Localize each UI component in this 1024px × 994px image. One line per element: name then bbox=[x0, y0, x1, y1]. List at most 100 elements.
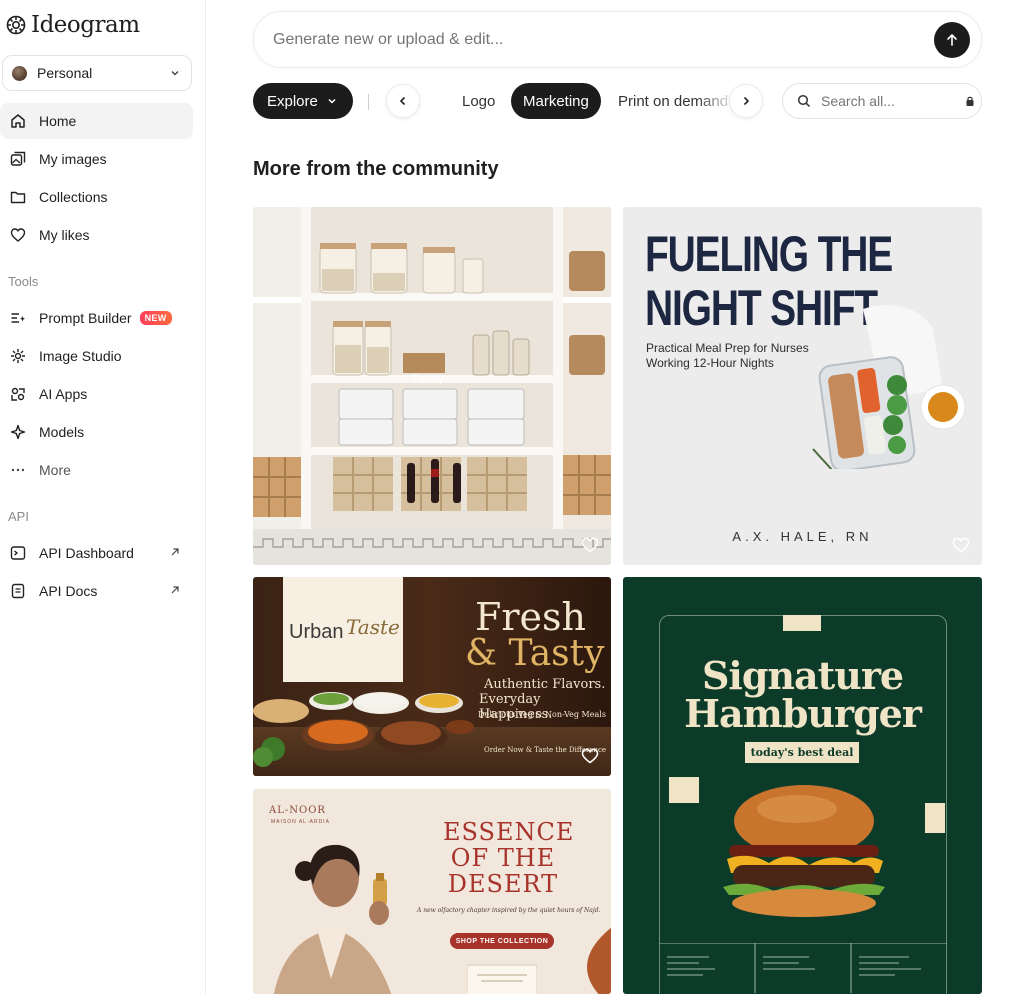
sparkle-icon bbox=[9, 423, 27, 441]
chevron-down-icon bbox=[328, 98, 336, 104]
api-section-title: API bbox=[8, 509, 29, 524]
main-nav: Home My images Collections My likes bbox=[0, 103, 193, 253]
images-icon bbox=[9, 150, 27, 168]
nav-label: Image Studio bbox=[39, 348, 122, 364]
like-heart-icon[interactable] bbox=[581, 748, 599, 764]
image-studio-icon bbox=[9, 347, 27, 365]
search-icon bbox=[797, 94, 811, 108]
terminal-icon bbox=[9, 544, 27, 562]
essence-title: ESSENCE OF THE DESERT bbox=[443, 818, 575, 898]
subtitle-line: Working 12-Hour Nights bbox=[646, 356, 774, 370]
nav-my-images[interactable]: My images bbox=[0, 141, 193, 177]
category-chips: rt Logo Marketing Print on demand bbox=[385, 83, 765, 119]
burger-title-line2: Hamburger bbox=[684, 691, 922, 736]
nav-label: My images bbox=[39, 151, 107, 167]
divider bbox=[368, 94, 369, 110]
essence-brand: AL-NOOR bbox=[269, 805, 326, 816]
external-link-icon bbox=[171, 586, 179, 594]
like-heart-icon[interactable] bbox=[581, 537, 599, 553]
tasty-title: & Tasty bbox=[465, 633, 605, 674]
shop-collection-button[interactable]: SHOP THE COLLECTION bbox=[450, 933, 554, 949]
nav-label: Home bbox=[39, 113, 77, 129]
title-line: FUELING THE bbox=[645, 226, 893, 282]
nav-label: My likes bbox=[39, 227, 90, 243]
community-card-essence-of-the-desert[interactable]: AL-NOOR MAISON AL-ARDIA ESSENCE OF THE D… bbox=[253, 789, 611, 994]
community-card-urban-taste[interactable]: Urban Taste Fresh & Tasty Authentic Flav… bbox=[253, 577, 611, 776]
chevron-right-icon bbox=[743, 96, 750, 106]
community-heading: More from the community bbox=[253, 158, 499, 180]
heart-icon bbox=[9, 226, 27, 244]
essence-line: OF THE bbox=[450, 844, 556, 872]
docs-icon bbox=[9, 582, 27, 600]
nav-label: API Docs bbox=[39, 583, 98, 599]
tool-prompt-builder[interactable]: Prompt Builder NEW bbox=[0, 300, 193, 336]
tools-nav: Prompt Builder NEW Image Studio AI Apps … bbox=[0, 300, 193, 488]
hamburger-image bbox=[723, 785, 885, 917]
nav-my-likes[interactable]: My likes bbox=[0, 217, 193, 253]
search-input[interactable] bbox=[821, 93, 961, 109]
nav-label: API Dashboard bbox=[39, 545, 134, 561]
chips-scroll-left-button[interactable] bbox=[386, 84, 420, 118]
ideogram-logo-icon bbox=[6, 15, 26, 35]
community-card-pantry[interactable]: Pantry bbox=[253, 207, 611, 565]
community-card-signature-hamburger[interactable]: Signature Hamburger today's best deal bbox=[623, 577, 982, 994]
like-heart-icon[interactable] bbox=[952, 537, 970, 553]
sidebar: Ideogram Personal Home My images Collect… bbox=[0, 0, 206, 994]
prompt-input[interactable] bbox=[273, 30, 934, 49]
tool-more[interactable]: More bbox=[0, 452, 193, 488]
chip-marketing[interactable]: Marketing bbox=[511, 83, 601, 119]
nav-label: Models bbox=[39, 424, 85, 440]
prompt-bar bbox=[253, 11, 982, 68]
frame-corner bbox=[925, 803, 945, 833]
chip-logo[interactable]: Logo bbox=[450, 83, 507, 119]
explore-dropdown[interactable]: Explore bbox=[253, 83, 353, 119]
desert-dune-shape bbox=[587, 927, 611, 994]
workspace-selector[interactable]: Personal bbox=[2, 55, 192, 91]
community-card-night-shift[interactable]: FUELING THE NIGHT SHIFT Practical Meal P… bbox=[623, 207, 982, 565]
api-docs-link[interactable]: API Docs bbox=[0, 573, 193, 609]
tool-models[interactable]: Models bbox=[0, 414, 193, 450]
api-dashboard-link[interactable]: API Dashboard bbox=[0, 535, 193, 571]
nav-collections[interactable]: Collections bbox=[0, 179, 193, 215]
food-dishes-image bbox=[253, 692, 474, 767]
arrow-up-icon bbox=[947, 33, 957, 46]
chips-scroll-right-button[interactable] bbox=[729, 84, 763, 118]
api-nav: API Dashboard API Docs bbox=[0, 535, 193, 609]
new-badge: NEW bbox=[139, 311, 172, 325]
pantry-image bbox=[253, 207, 611, 565]
home-icon bbox=[9, 112, 27, 130]
brand-taste: Taste bbox=[346, 615, 400, 639]
nav-label: More bbox=[39, 462, 71, 478]
nav-label: Prompt Builder bbox=[39, 310, 132, 326]
filter-row: Explore rt Logo Marketing Print on deman… bbox=[253, 83, 982, 119]
night-shift-author: A.X. HALE, RN bbox=[732, 529, 873, 544]
essence-brand-sub: MAISON AL-ARDIA bbox=[271, 819, 330, 825]
search-box bbox=[782, 83, 982, 119]
nav-home[interactable]: Home bbox=[0, 103, 193, 139]
app-name: Ideogram bbox=[31, 12, 140, 38]
woman-with-perfume-image bbox=[274, 844, 392, 994]
ideogram-logo[interactable]: Ideogram bbox=[5, 12, 140, 38]
chevron-down-icon bbox=[171, 71, 179, 76]
explore-label: Explore bbox=[267, 92, 318, 110]
poster-footer-lines bbox=[659, 943, 947, 993]
lock-icon bbox=[966, 96, 974, 106]
tool-image-studio[interactable]: Image Studio bbox=[0, 338, 193, 374]
external-link-icon bbox=[171, 548, 179, 556]
frame-notch bbox=[783, 615, 821, 631]
prompt-builder-icon bbox=[9, 309, 27, 327]
avatar bbox=[12, 65, 27, 81]
subtitle-line: Practical Meal Prep for Nurses bbox=[646, 341, 809, 355]
chevron-left-icon bbox=[399, 96, 406, 106]
nav-label: Collections bbox=[39, 189, 108, 205]
meal-prep-image bbox=[812, 305, 966, 469]
submit-prompt-button[interactable] bbox=[934, 21, 970, 58]
essence-line: ESSENCE bbox=[443, 818, 575, 846]
more-dots-icon bbox=[9, 461, 27, 479]
essence-line: DESERT bbox=[447, 870, 559, 898]
night-shift-subtitle: Practical Meal Prep for Nurses Working 1… bbox=[646, 341, 809, 371]
chip-print-on-demand[interactable]: Print on demand bbox=[606, 83, 736, 119]
nav-label: AI Apps bbox=[39, 386, 88, 402]
tool-ai-apps[interactable]: AI Apps bbox=[0, 376, 193, 412]
tagline-3: Delicious Veg & Non-Veg Meals bbox=[478, 710, 606, 719]
